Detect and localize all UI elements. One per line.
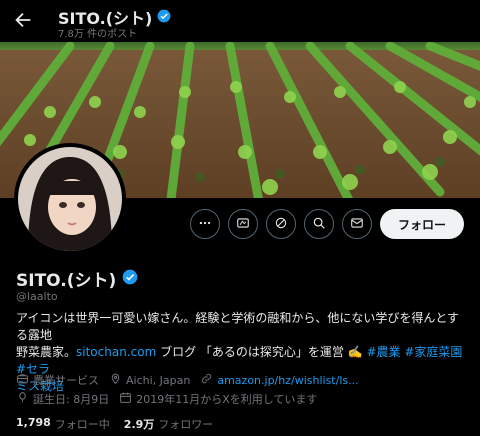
more-icon [198, 215, 212, 234]
verified-badge-icon [157, 8, 171, 27]
joined-label: 2019年11月からXを利用しています [136, 393, 318, 406]
message-button[interactable] [341, 209, 372, 239]
search-button[interactable] [303, 209, 334, 239]
category-label: 農業サービス [33, 374, 99, 387]
profile-actions: フォロー [189, 209, 464, 239]
post-count: 7.8万 件のポスト [58, 29, 138, 40]
follow-button[interactable]: フォロー [379, 209, 464, 239]
location-icon [109, 372, 122, 388]
profile-name: SITO.(シト) [16, 271, 117, 291]
balloon-icon [16, 391, 29, 407]
profile-name-row: SITO.(シト) [16, 266, 138, 291]
verified-badge-icon[interactable] [122, 269, 138, 289]
category-item: 農業サービス [16, 372, 99, 388]
location-item: Aichi, Japan [109, 372, 190, 388]
following-stat[interactable]: 1,798 フォロー中 [16, 416, 110, 432]
profile-handle: @laalto [16, 290, 58, 303]
slash-circle-icon [274, 215, 288, 234]
bio-site-link[interactable]: sitochan.com [76, 345, 156, 359]
grok-icon [236, 215, 250, 234]
message-icon [350, 215, 364, 234]
hashtag-link[interactable]: #農業 [366, 345, 400, 359]
back-arrow-icon[interactable] [12, 9, 34, 31]
birthday-label: 誕生日: 8月9日 [33, 393, 110, 406]
more-button[interactable] [189, 209, 220, 239]
followers-label: フォロワー [158, 418, 214, 431]
profile-stats: 1,798 フォロー中 2.9万 フォロワー [16, 416, 213, 432]
calendar-icon [119, 391, 132, 407]
website-link[interactable]: amazon.jp/hz/wishlist/ls... [217, 374, 358, 387]
link-icon [200, 372, 213, 388]
bio-line-1: アイコンは世界一可愛い嫁さん。経験と学術の融和から、他にない学びを得んとする露地 [16, 311, 460, 342]
briefcase-icon [16, 372, 29, 388]
location-label: Aichi, Japan [126, 373, 191, 387]
followers-count: 2.9万 [123, 418, 155, 431]
avatar[interactable] [14, 143, 126, 255]
top-bar: SITO.(シト) 7.8万 件のポスト [0, 0, 480, 42]
birthday-item: 誕生日: 8月9日 [16, 391, 109, 407]
hashtag-link[interactable]: #家庭菜園 [404, 345, 462, 359]
search-icon [312, 215, 326, 234]
website-item[interactable]: amazon.jp/hz/wishlist/ls... [200, 372, 359, 388]
following-count: 1,798 [16, 416, 51, 429]
grok-button[interactable] [227, 209, 258, 239]
bio-text-mid: ブログ 「あるのは探究心」を運営 ✍️ [156, 345, 367, 359]
profile-meta-2: 誕生日: 8月9日 2019年11月からXを利用しています [16, 391, 317, 407]
bio-text: 野菜農家。 [16, 345, 77, 359]
profile-meta-1: 農業サービス Aichi, Japan amazon.jp/hz/wishlis… [16, 372, 359, 388]
joined-item: 2019年11月からXを利用しています [119, 391, 317, 407]
followers-stat[interactable]: 2.9万 フォロワー [124, 416, 214, 432]
grok-analyze-button[interactable] [265, 209, 296, 239]
following-label: フォロー中 [54, 418, 110, 431]
